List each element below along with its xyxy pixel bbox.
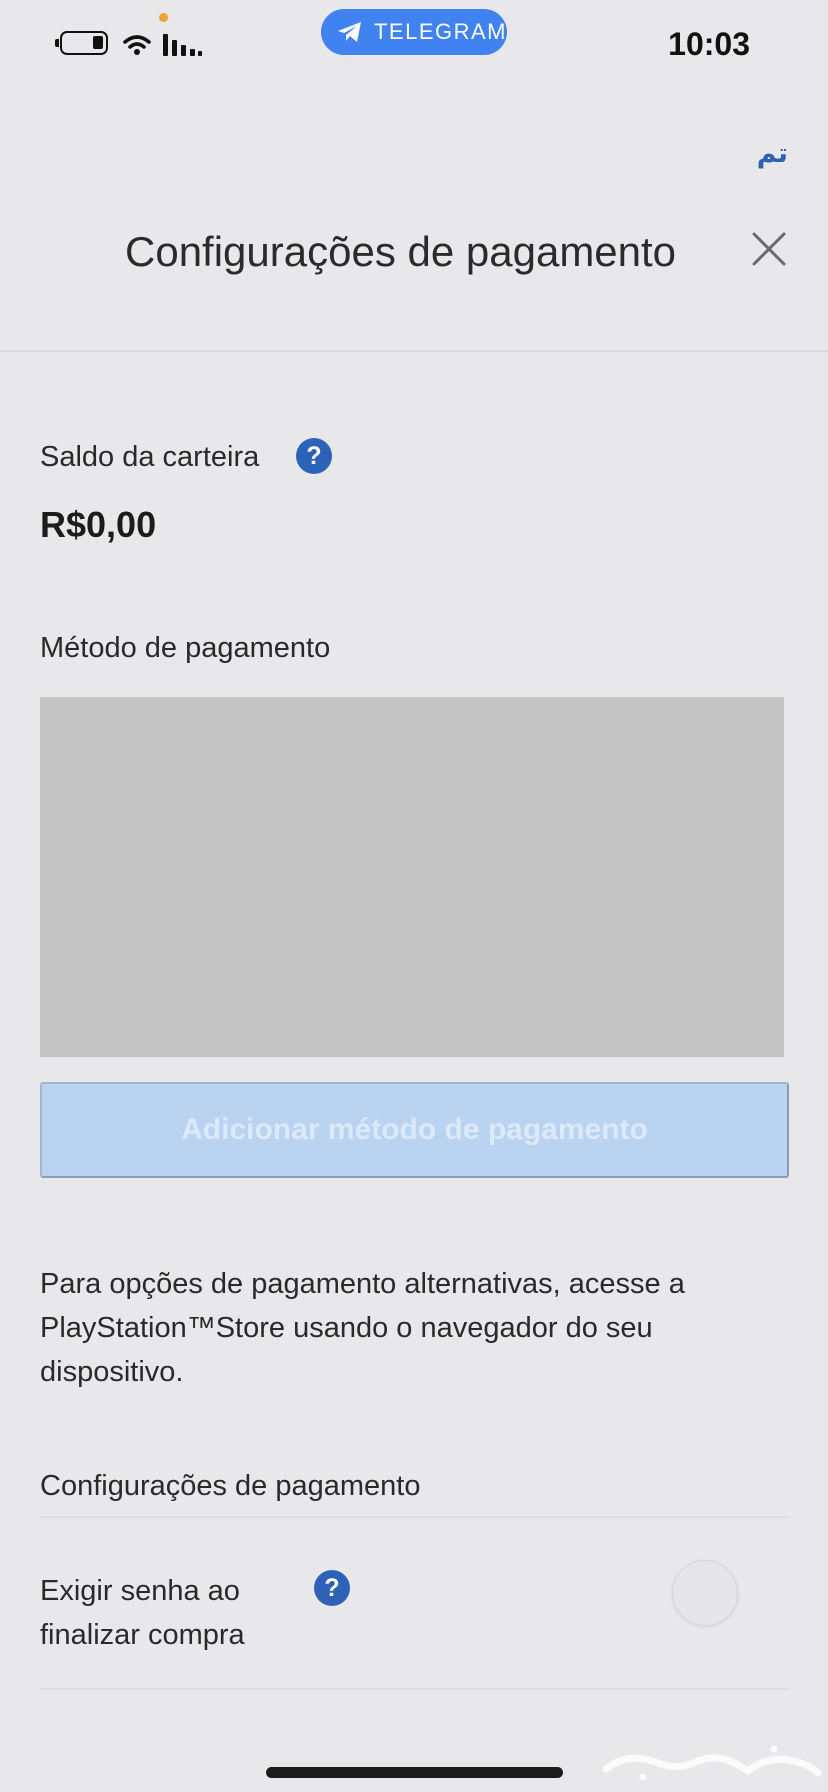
wifi-icon bbox=[123, 35, 151, 55]
wallet-help-icon[interactable]: ? bbox=[296, 438, 332, 474]
wallet-balance-label: Saldo da carteira bbox=[40, 441, 260, 473]
add-payment-method-button[interactable]: Adicionar método de pagamento bbox=[40, 1082, 789, 1178]
header-divider bbox=[0, 350, 828, 352]
section-divider bbox=[40, 1516, 790, 1518]
wallet-balance-value: R$0,00 bbox=[40, 504, 157, 545]
payment-settings-section-title: Configurações de pagamento bbox=[40, 1470, 421, 1502]
signal-icon bbox=[163, 34, 202, 56]
payment-method-placeholder bbox=[40, 697, 784, 1057]
done-button[interactable]: تم bbox=[757, 138, 788, 169]
payment-settings-screen: TELEGRAM 10:03 تم Configurações de pagam… bbox=[0, 0, 828, 1792]
home-indicator[interactable] bbox=[266, 1767, 563, 1778]
require-password-help-icon[interactable]: ? bbox=[314, 1570, 350, 1606]
page-title: Configurações de pagamento bbox=[125, 228, 677, 275]
require-password-label: Exigir senha ao finalizar compra bbox=[40, 1575, 245, 1651]
alternative-payment-info: Para opções de pagamento alternativas, a… bbox=[40, 1268, 685, 1388]
telegram-label: TELEGRAM bbox=[373, 19, 507, 44]
watermark-logo bbox=[602, 1745, 822, 1781]
settings-divider bbox=[40, 1688, 790, 1690]
privacy-indicator-dot bbox=[159, 13, 168, 22]
close-icon[interactable] bbox=[746, 226, 792, 272]
telegram-notification-pill[interactable]: TELEGRAM bbox=[321, 9, 507, 55]
status-time: 10:03 bbox=[668, 26, 750, 62]
telegram-icon bbox=[337, 22, 361, 42]
require-password-toggle[interactable] bbox=[672, 1560, 738, 1626]
payment-method-label: Método de pagamento bbox=[40, 632, 331, 664]
status-bar: TELEGRAM 10:03 bbox=[0, 0, 828, 90]
battery-icon bbox=[55, 31, 108, 55]
